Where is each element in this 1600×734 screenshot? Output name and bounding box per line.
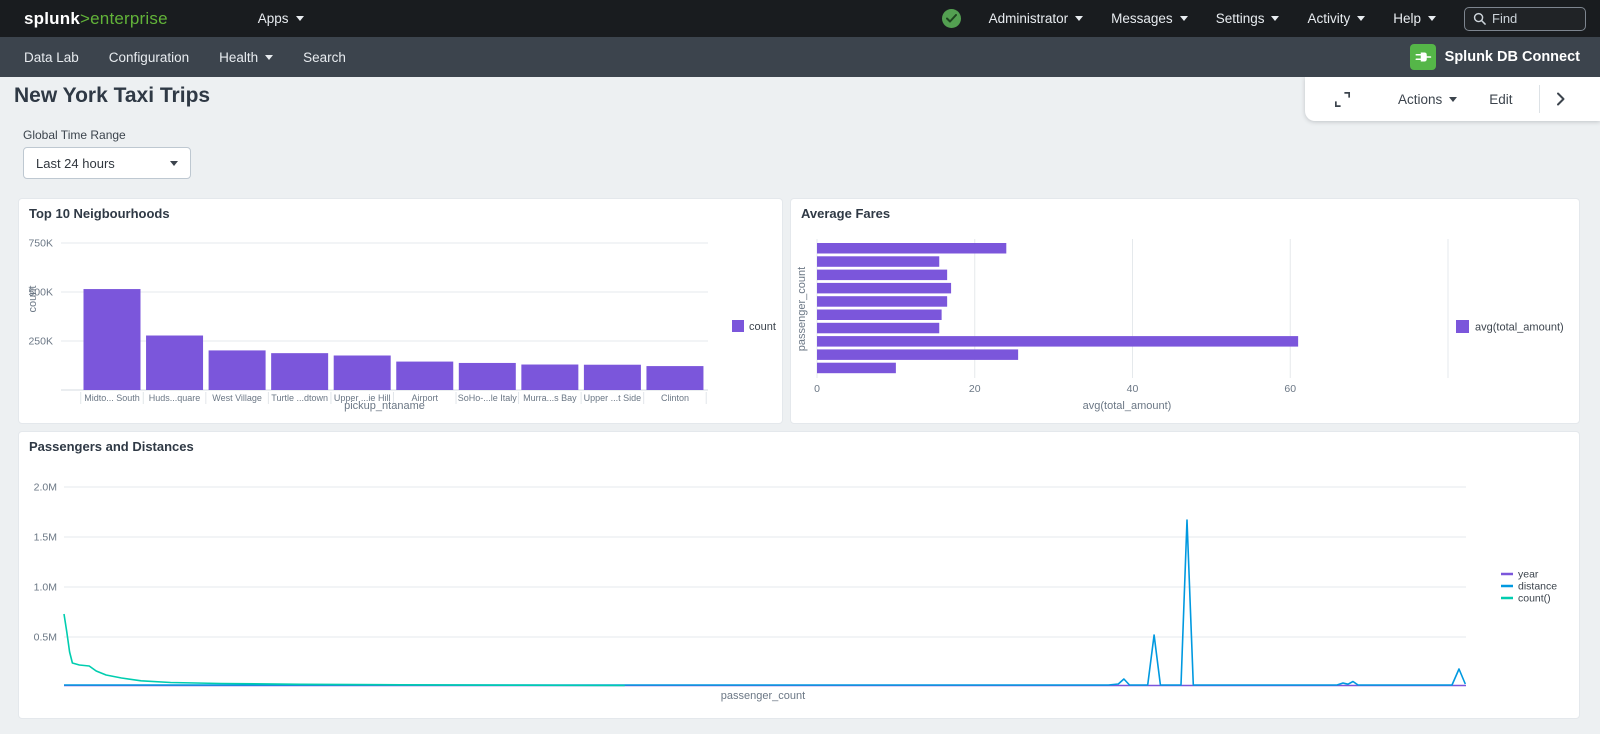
menu-settings-label: Settings — [1216, 11, 1265, 26]
menu-administrator-label: Administrator — [989, 11, 1069, 26]
time-range-dropdown[interactable]: Last 24 hours — [23, 147, 191, 179]
menu-messages-label: Messages — [1111, 11, 1173, 26]
chevron-down-icon — [170, 161, 178, 166]
svg-text:West Village: West Village — [212, 393, 262, 403]
svg-text:pickup_ntaname: pickup_ntaname — [344, 400, 425, 412]
svg-text:Murra...s Bay: Murra...s Bay — [523, 393, 577, 403]
svg-text:1.0M: 1.0M — [34, 582, 57, 594]
svg-text:SoHo-...le Italy: SoHo-...le Italy — [458, 393, 518, 403]
svg-text:Midto... South: Midto... South — [84, 393, 140, 403]
chevron-right-icon — [1556, 92, 1565, 106]
chart-title: Average Fares — [801, 206, 890, 221]
logo-gt: > — [80, 9, 90, 28]
chevron-down-icon — [296, 16, 304, 21]
chart-title: Top 10 Neigbourhoods — [29, 206, 170, 221]
toolbar-divider — [1539, 85, 1540, 113]
panel-top10-neighbourhoods: Top 10 Neigbourhoods 250K500K750KMidto..… — [18, 198, 783, 424]
find-search-box[interactable] — [1464, 7, 1586, 31]
expand-icon — [1333, 90, 1352, 109]
edit-button-label: Edit — [1489, 92, 1512, 107]
apps-menu-label: Apps — [258, 11, 289, 26]
search-icon — [1473, 12, 1486, 25]
app-name: Splunk DB Connect — [1445, 49, 1580, 65]
svg-text:20: 20 — [969, 383, 981, 395]
menu-messages[interactable]: Messages — [1111, 11, 1188, 26]
svg-text:1.5M: 1.5M — [34, 532, 57, 544]
splunk-logo[interactable]: splunk>enterprise — [24, 9, 168, 29]
nav-health[interactable]: Health — [219, 50, 273, 65]
svg-text:2.0M: 2.0M — [34, 482, 57, 494]
chevron-down-icon — [265, 55, 273, 60]
app-identity: Splunk DB Connect — [1410, 44, 1580, 70]
find-input[interactable] — [1492, 11, 1572, 26]
nav-data-lab[interactable]: Data Lab — [24, 50, 79, 65]
time-range-value: Last 24 hours — [36, 156, 115, 171]
svg-text:passenger_count: passenger_count — [721, 690, 805, 702]
svg-text:distance: distance — [1518, 581, 1557, 593]
svg-text:750K: 750K — [28, 238, 53, 250]
chevron-down-icon — [1075, 16, 1083, 21]
menu-help-label: Help — [1393, 11, 1421, 26]
nav-search-label: Search — [303, 50, 346, 65]
svg-text:avg(total_amount): avg(total_amount) — [1083, 400, 1172, 412]
nav-configuration[interactable]: Configuration — [109, 50, 189, 65]
nav-search[interactable]: Search — [303, 50, 346, 65]
chart-fares-svg: 0 20 40 60 avg(total_amount) passenger_counta… — [791, 199, 1581, 425]
chart-passengers-svg: 2.0M 1.5M 1.0M 0.5M passenger_count yeardista… — [19, 432, 1581, 720]
check-icon — [946, 14, 957, 23]
menu-activity-label: Activity — [1307, 11, 1350, 26]
fullscreen-button[interactable] — [1333, 90, 1352, 109]
svg-text:0.5M: 0.5M — [34, 632, 57, 644]
svg-text:count: count — [749, 321, 776, 333]
actions-button[interactable]: Actions — [1398, 92, 1457, 107]
health-status-icon[interactable] — [942, 9, 961, 28]
svg-text:0: 0 — [814, 383, 820, 395]
time-range-label: Global Time Range — [23, 128, 126, 142]
apps-menu[interactable]: Apps — [258, 11, 304, 26]
svg-text:avg(total_amount): avg(total_amount) — [1475, 322, 1564, 334]
chart-title: Passengers and Distances — [29, 439, 194, 454]
svg-text:year: year — [1518, 569, 1539, 581]
svg-text:passenger_count: passenger_count — [796, 267, 808, 351]
nav-data-lab-label: Data Lab — [24, 50, 79, 65]
nav-configuration-label: Configuration — [109, 50, 189, 65]
panel-passengers-distances: Passengers and Distances 2.0M 1.5M 1.0M 0.5… — [18, 431, 1580, 719]
splunk-dashboard-page: splunk>enterprise Apps Administrator Mes… — [0, 0, 1600, 734]
chevron-down-icon — [1180, 16, 1188, 21]
svg-text:Huds...quare: Huds...quare — [149, 393, 201, 403]
logo-splunk: splunk — [24, 9, 80, 28]
svg-text:Turtle ...dtown: Turtle ...dtown — [271, 393, 328, 403]
chevron-down-icon — [1357, 16, 1365, 21]
edit-button[interactable]: Edit — [1489, 92, 1512, 107]
panel-average-fares: Average Fares 0 20 40 60 avg(total_amount) pa… — [790, 198, 1580, 424]
chevron-down-icon — [1271, 16, 1279, 21]
dashboard-toolbar: Actions Edit — [1305, 77, 1600, 121]
db-connect-plug-icon — [1410, 44, 1436, 70]
svg-text:40: 40 — [1127, 383, 1139, 395]
actions-button-label: Actions — [1398, 92, 1442, 107]
top-navbar: splunk>enterprise Apps Administrator Mes… — [0, 0, 1600, 37]
collapse-toolbar-button[interactable] — [1556, 92, 1565, 106]
svg-text:count(): count() — [1518, 593, 1551, 605]
logo-product: enterprise — [90, 9, 168, 28]
topbar-right: Administrator Messages Settings Activity… — [942, 7, 1586, 31]
menu-help[interactable]: Help — [1393, 11, 1436, 26]
svg-text:Upper ...t Side: Upper ...t Side — [584, 393, 642, 403]
chart-top10-svg: 250K500K750KMidto... SouthHuds...quareWe… — [19, 199, 784, 425]
menu-administrator[interactable]: Administrator — [989, 11, 1084, 26]
menu-settings[interactable]: Settings — [1216, 11, 1280, 26]
svg-text:250K: 250K — [28, 336, 53, 348]
svg-text:60: 60 — [1284, 383, 1296, 395]
svg-text:count: count — [27, 286, 39, 313]
nav-health-label: Health — [219, 50, 258, 65]
app-navbar: Data Lab Configuration Health Search Spl… — [0, 37, 1600, 77]
menu-activity[interactable]: Activity — [1307, 11, 1365, 26]
svg-text:Clinton: Clinton — [661, 393, 689, 403]
chevron-down-icon — [1449, 97, 1457, 102]
chevron-down-icon — [1428, 16, 1436, 21]
page-title: New York Taxi Trips — [14, 84, 210, 108]
